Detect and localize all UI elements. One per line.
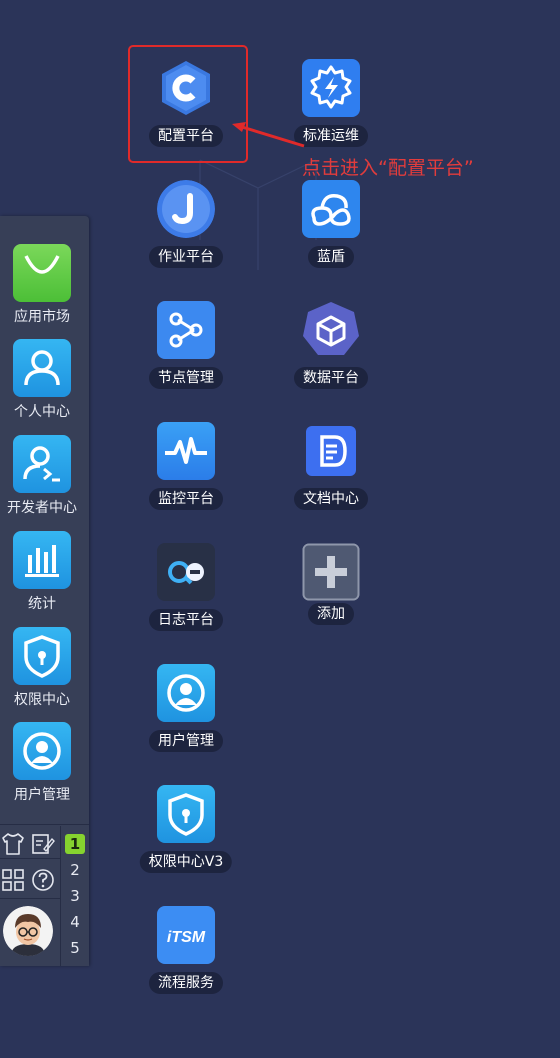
- shirt-icon[interactable]: [0, 831, 26, 857]
- app-add[interactable]: 添加: [271, 543, 391, 653]
- app-label: 文档中心: [294, 488, 368, 510]
- app-log-platform[interactable]: 日志平台: [126, 543, 246, 653]
- app-label: 数据平台: [294, 367, 368, 389]
- avatar[interactable]: [3, 906, 53, 956]
- app-label: 权限中心V3: [139, 851, 233, 873]
- app-user-management[interactable]: 用户管理: [126, 664, 246, 774]
- itsm-icon-text: iTSM: [167, 929, 206, 946]
- statistics-icon: [13, 531, 71, 589]
- add-icon: [302, 543, 360, 601]
- desktop-number-3[interactable]: 3: [64, 884, 86, 908]
- dock-vertical-divider: [60, 826, 61, 966]
- desktop-number-1[interactable]: 1: [65, 834, 85, 854]
- desktop-number-5[interactable]: 5: [64, 936, 86, 960]
- dock-item-label: 统计: [28, 596, 56, 612]
- dock-divider: [0, 858, 60, 859]
- standard-ops-icon: [302, 59, 360, 117]
- app-document-center[interactable]: 文档中心: [271, 422, 391, 532]
- app-label: 蓝盾: [308, 246, 354, 268]
- dock-item-statistics[interactable]: 统计: [0, 531, 89, 627]
- bluedun-icon: [302, 180, 360, 238]
- app-bluedun[interactable]: 蓝盾: [271, 180, 391, 290]
- app-label: 添加: [308, 603, 354, 625]
- dock-divider: [0, 824, 89, 825]
- app-label: 作业平台: [149, 246, 223, 268]
- dock-item-app-market[interactable]: 应用市场: [0, 244, 89, 340]
- user-management-icon: [157, 664, 215, 722]
- log-platform-icon: [157, 543, 215, 601]
- dock-item-label: 权限中心: [14, 692, 70, 708]
- developer-center-icon: [13, 435, 71, 493]
- app-job-platform[interactable]: 作业平台: [126, 180, 246, 290]
- annotation-text: 点击进入“配置平台”: [302, 157, 474, 179]
- annotation-arrow: [232, 122, 305, 148]
- dock-item-label: 用户管理: [14, 787, 70, 803]
- app-data-platform[interactable]: 数据平台: [271, 301, 391, 411]
- dock-item-personal-center[interactable]: 个人中心: [0, 339, 89, 435]
- help-icon[interactable]: [30, 867, 56, 893]
- user-management-icon: [13, 722, 71, 780]
- document-center-icon: [302, 422, 360, 480]
- node-management-icon: [157, 301, 215, 359]
- app-permission-center[interactable]: 权限中心V3: [126, 785, 246, 895]
- dock-item-label: 开发者中心: [7, 500, 77, 516]
- app-label: 节点管理: [149, 367, 223, 389]
- job-platform-icon: [157, 180, 215, 238]
- dock-divider: [0, 898, 60, 899]
- app-label: 日志平台: [149, 609, 223, 631]
- monitor-platform-icon: [157, 422, 215, 480]
- app-node-management[interactable]: 节点管理: [126, 301, 246, 411]
- edit-icon[interactable]: [30, 831, 56, 857]
- desktop-number-2[interactable]: 2: [64, 858, 86, 882]
- dock: 应用市场 个人中心 开发者中心 统计 权限中心 用户管理 1 2 3 4 5: [0, 216, 89, 966]
- app-label: 监控平台: [149, 488, 223, 510]
- personal-center-icon: [13, 339, 71, 397]
- app-monitor-platform[interactable]: 监控平台: [126, 422, 246, 532]
- itsm-icon: iTSM: [157, 906, 215, 964]
- dock-item-label: 个人中心: [14, 404, 70, 420]
- dock-item-developer-center[interactable]: 开发者中心: [0, 435, 89, 531]
- dock-item-label: 应用市场: [14, 309, 70, 325]
- app-label: 流程服务: [149, 972, 223, 994]
- grid-icon[interactable]: [0, 867, 26, 893]
- dock-item-user-management[interactable]: 用户管理: [0, 722, 89, 818]
- app-market-icon: [13, 244, 71, 302]
- desktop-number-4[interactable]: 4: [64, 910, 86, 934]
- permission-center-icon: [157, 785, 215, 843]
- app-itsm[interactable]: iTSM 流程服务: [126, 906, 246, 1016]
- dock-item-permission-center[interactable]: 权限中心: [0, 627, 89, 723]
- data-platform-icon: [302, 301, 360, 359]
- app-label: 用户管理: [149, 730, 223, 752]
- permission-center-icon: [13, 627, 71, 685]
